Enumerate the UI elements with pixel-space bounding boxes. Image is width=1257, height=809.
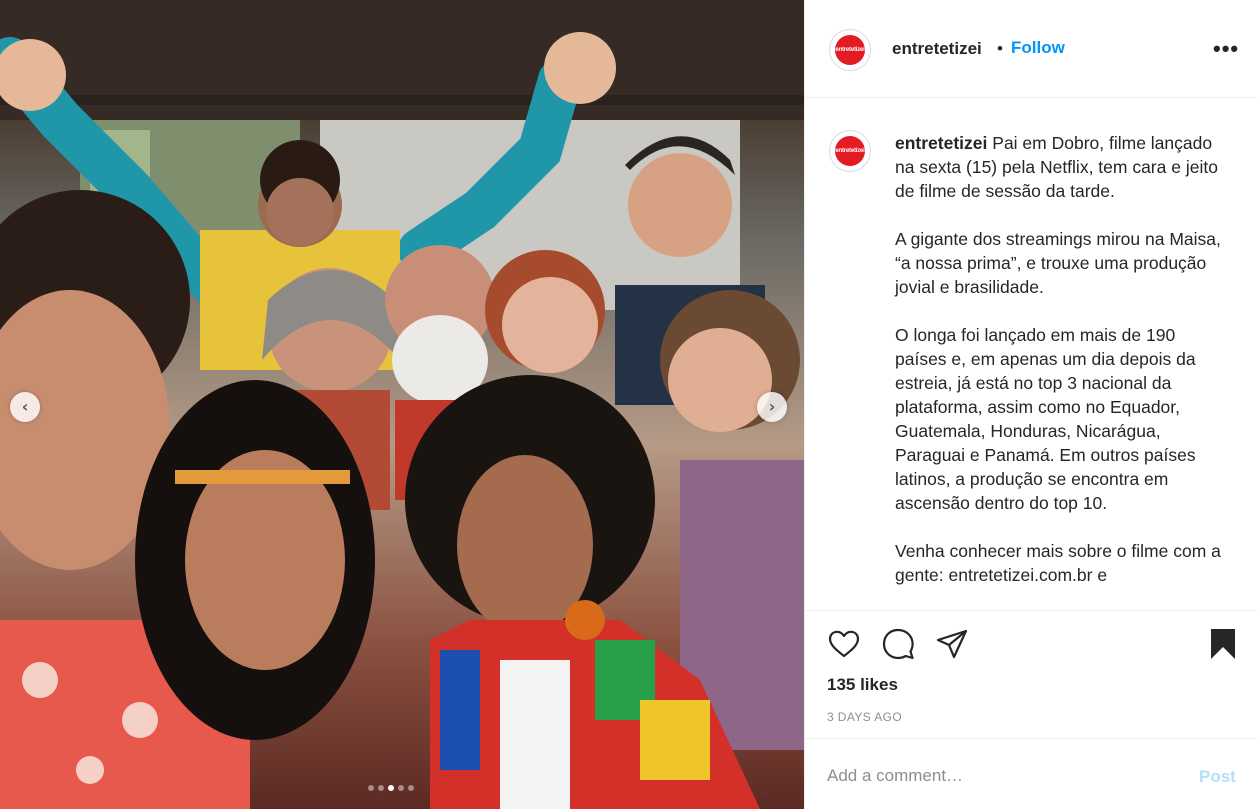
post-header: entretetizei entretetizei • Follow ••• — [805, 0, 1257, 98]
chevron-right-icon: › — [768, 397, 776, 416]
avatar[interactable]: entretetizei — [829, 29, 871, 71]
share-button[interactable] — [935, 627, 969, 661]
carousel-dot — [388, 785, 394, 791]
post-date[interactable]: 3 DAYS AGO — [827, 710, 902, 724]
brand-logo-icon: entretetizei — [835, 35, 865, 65]
chevron-left-icon: ‹ — [21, 397, 29, 416]
brand-logo-icon: entretetizei — [835, 136, 865, 166]
carousel-indicator — [368, 785, 414, 791]
carousel-prev-button[interactable]: ‹ — [10, 392, 40, 422]
caption-paragraph-2: A gigante dos streamings mirou na Maisa,… — [895, 229, 1221, 297]
post-photo[interactable]: ‹ › — [0, 0, 804, 809]
likes-count[interactable]: 135 likes — [827, 675, 898, 695]
paper-plane-icon — [936, 629, 968, 659]
comment-bubble-icon — [882, 628, 914, 660]
carousel-next-button[interactable]: › — [757, 392, 787, 422]
caption-paragraph-3: O longa foi lançado em mais de 190 paíse… — [895, 325, 1196, 513]
post-comment-button[interactable]: Post — [1199, 767, 1236, 787]
caption-username-link[interactable]: entretetizei — [895, 133, 987, 153]
comment-bar: Post — [805, 738, 1257, 809]
save-button[interactable] — [1206, 627, 1240, 661]
carousel-dot — [408, 785, 414, 791]
photo-illustration — [0, 0, 804, 809]
post-sidebar: entretetizei entretetizei • Follow ••• e… — [804, 0, 1257, 809]
logo-text: entretetizei — [835, 148, 865, 154]
follow-button[interactable]: Follow — [1011, 38, 1065, 58]
action-bar: 135 likes 3 DAYS AGO — [805, 610, 1257, 738]
separator-dot: • — [997, 39, 1003, 58]
comment-input[interactable] — [827, 761, 1167, 791]
more-options-icon[interactable]: ••• — [1213, 36, 1239, 62]
heart-icon — [828, 630, 860, 658]
logo-text: entretetizei — [835, 47, 865, 53]
comment-button[interactable] — [881, 627, 915, 661]
like-button[interactable] — [827, 627, 861, 661]
caption-avatar[interactable]: entretetizei — [829, 130, 871, 172]
caption-section: entretetizei entretetizei Pai em Dobro, … — [805, 99, 1257, 610]
caption-paragraph-4: Venha conhecer mais sobre o filme com a … — [895, 541, 1221, 585]
carousel-dot — [368, 785, 374, 791]
username-link[interactable]: entretetizei — [892, 39, 982, 59]
bookmark-filled-icon — [1211, 629, 1235, 659]
caption-text: entretetizei Pai em Dobro, filme lançado… — [895, 131, 1231, 610]
carousel-dot — [378, 785, 384, 791]
carousel-dot — [398, 785, 404, 791]
